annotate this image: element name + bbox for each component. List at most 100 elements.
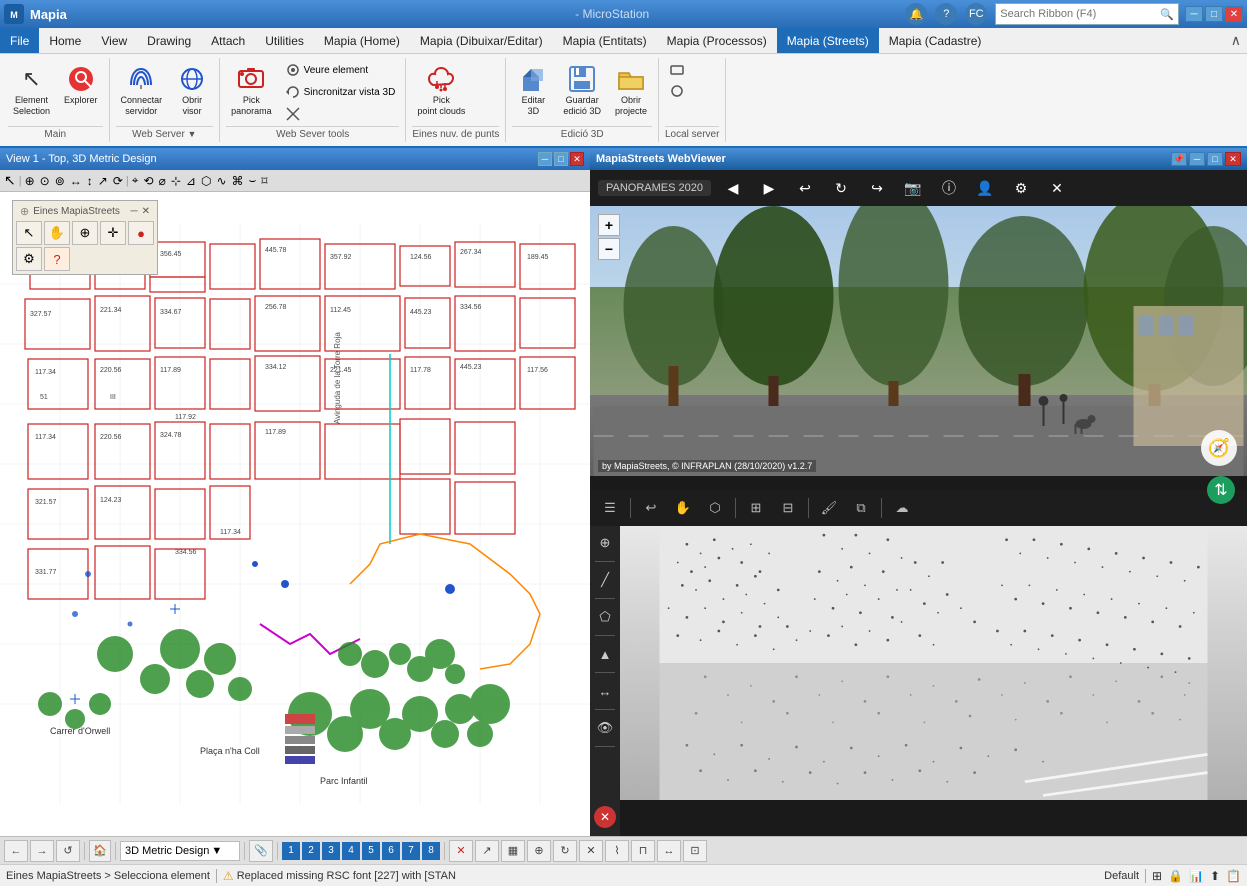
pc-3d-button[interactable]: ⬡: [701, 494, 729, 522]
close-button[interactable]: ✕: [1225, 6, 1243, 22]
float-btn-move[interactable]: ✛: [100, 221, 126, 245]
cad-tb-btn10[interactable]: ⌀: [157, 174, 168, 188]
tool-x2-button[interactable]: ✕: [579, 840, 603, 862]
design-dropdown[interactable]: 3D Metric Design ▼: [120, 841, 240, 861]
pano-next-button[interactable]: ▶: [755, 174, 783, 202]
cad-minimize-button[interactable]: ─: [538, 152, 552, 166]
view-4-button[interactable]: 4: [342, 842, 360, 860]
view-5-button[interactable]: 5: [362, 842, 380, 860]
help-icon[interactable]: ?: [935, 3, 957, 25]
float-settings-btn[interactable]: ⚙: [16, 247, 42, 271]
webviewer-minimize-button[interactable]: ─: [1189, 152, 1205, 166]
cad-tb-btn16[interactable]: ⌣: [247, 173, 259, 188]
tool-grid-button[interactable]: ▦: [501, 840, 525, 862]
minimize-button[interactable]: ─: [1185, 6, 1203, 22]
webviewer-pin-button[interactable]: 📌: [1171, 152, 1187, 166]
pc-grid2-button[interactable]: ⊟: [774, 494, 802, 522]
view-2-button[interactable]: 2: [302, 842, 320, 860]
view-1-button[interactable]: 1: [282, 842, 300, 860]
pc-paint-button[interactable]: 🖌: [815, 494, 843, 522]
side-eye-button[interactable]: 👁: [592, 715, 618, 741]
cad-restore-button[interactable]: □: [554, 152, 568, 166]
sincronitzar-button[interactable]: Sincronitzar vista 3D: [281, 82, 400, 102]
nav-refresh-button[interactable]: ↺: [56, 840, 80, 862]
cad-tb-btn1[interactable]: ⊕: [23, 174, 37, 188]
float-btn-zoom[interactable]: ⊕: [72, 221, 98, 245]
nav-forward-button[interactable]: →: [30, 840, 54, 862]
tool-rect-button[interactable]: ⊓: [631, 840, 655, 862]
element-selection-button[interactable]: ↖ ElementSelection: [8, 60, 55, 120]
menu-mapia-streets[interactable]: Mapia (Streets): [777, 28, 879, 53]
menu-mapia-entitats[interactable]: Mapia (Entitats): [553, 28, 657, 53]
menu-mapia-cadastre[interactable]: Mapia (Cadastre): [879, 28, 992, 53]
tool-crosshair-button[interactable]: ⊕: [527, 840, 551, 862]
float-toolbar-minimize[interactable]: ─: [131, 206, 138, 217]
toggle-panels-button[interactable]: ⇅: [1207, 476, 1235, 504]
restore-button[interactable]: □: [1205, 6, 1223, 22]
pano-undo-button[interactable]: ↩: [791, 174, 819, 202]
menu-utilities[interactable]: Utilities: [255, 28, 314, 53]
nav-back-button[interactable]: ←: [4, 840, 28, 862]
local-btn1[interactable]: [665, 60, 689, 80]
cad-tb-btn4[interactable]: ↔: [68, 174, 84, 188]
compass-button[interactable]: 🧭: [1201, 430, 1237, 466]
menu-mapia-processos[interactable]: Mapia (Processos): [657, 28, 777, 53]
ribbon-collapse-icon[interactable]: ∧: [1231, 32, 1241, 49]
side-polygon-button[interactable]: ⬠: [592, 604, 618, 630]
cad-tb-btn2[interactable]: ⊙: [38, 174, 52, 188]
float-btn-hand[interactable]: ✋: [44, 221, 70, 245]
side-arrows-button[interactable]: ↔: [592, 678, 618, 704]
pano-refresh-button[interactable]: ↻: [827, 174, 855, 202]
panorama-image[interactable]: + − 🧭 by MapiaStreets, © INFRAPLAN (28/1…: [590, 206, 1247, 476]
cad-tb-btn5[interactable]: ↕: [85, 174, 95, 188]
cad-map-svg[interactable]: 327.57 424.23 356.45 445.78 357.92 124.5…: [0, 192, 590, 836]
tool-rotate-button[interactable]: ↻: [553, 840, 577, 862]
cad-tb-btn8[interactable]: ⌖: [130, 173, 141, 188]
menu-mapia-dibuixar[interactable]: Mapia (Dibuixar/Editar): [410, 28, 553, 53]
obrir-projecte-button[interactable]: Obrirprojecte: [610, 60, 652, 120]
tool-x-button[interactable]: ✕: [449, 840, 473, 862]
status-icon2[interactable]: 🔒: [1168, 869, 1183, 883]
float-toolbar-close[interactable]: ✕: [142, 206, 150, 217]
cad-canvas[interactable]: ⊕ Eines MapiaStreets ─ ✕ ↖ ✋ ⊕ ✛ ● ⚙ ?: [0, 192, 590, 836]
zoom-out-button[interactable]: −: [598, 238, 620, 260]
status-icon4[interactable]: ⬆: [1210, 869, 1220, 883]
explorer-button[interactable]: Explorer: [59, 60, 103, 109]
tool-arrows-button[interactable]: ↔: [657, 840, 681, 862]
view-6-button[interactable]: 6: [382, 842, 400, 860]
connectar-servidor-button[interactable]: Connectarservidor: [116, 60, 168, 120]
cad-tb-btn9[interactable]: ⟲: [142, 174, 156, 188]
cad-tb-btn6[interactable]: ↗: [96, 174, 110, 188]
view-8-button[interactable]: 8: [422, 842, 440, 860]
tool-snap-button[interactable]: ↗: [475, 840, 499, 862]
menu-view[interactable]: View: [91, 28, 137, 53]
webviewer-max-button[interactable]: □: [1207, 152, 1223, 166]
cad-tb-btn14[interactable]: ∿: [214, 174, 228, 188]
pano-redo-button[interactable]: ↪: [863, 174, 891, 202]
side-mountain-button[interactable]: ▲: [592, 641, 618, 667]
tool-path-button[interactable]: ⌇: [605, 840, 629, 862]
status-icon1[interactable]: ⊞: [1152, 869, 1162, 883]
search-icon[interactable]: 🔍: [1156, 8, 1178, 21]
editar-3d-button[interactable]: Editar3D: [512, 60, 554, 120]
pick-point-clouds-button[interactable]: Pickpoint clouds: [412, 60, 470, 120]
pano-prev-button[interactable]: ◀: [719, 174, 747, 202]
cad-tb-btn13[interactable]: ⬡: [199, 174, 213, 188]
menu-file[interactable]: File: [0, 28, 39, 53]
cad-tb-btn3[interactable]: ⊚: [53, 174, 67, 188]
view-7-button[interactable]: 7: [402, 842, 420, 860]
menu-attach[interactable]: Attach: [201, 28, 255, 53]
float-btn-dot[interactable]: ●: [128, 221, 154, 245]
pc-menu-button[interactable]: ☰: [596, 494, 624, 522]
pc-hand-button[interactable]: ✋: [669, 494, 697, 522]
side-location-button[interactable]: ⊕: [592, 530, 618, 556]
cad-close-button[interactable]: ✕: [570, 152, 584, 166]
menu-home[interactable]: Home: [39, 28, 91, 53]
cad-tb-btn17[interactable]: ⌑: [259, 174, 269, 188]
obrir-visor-button[interactable]: Obrirvisor: [171, 60, 213, 120]
pano-settings-button[interactable]: ⚙: [1007, 174, 1035, 202]
cad-tb-arrow[interactable]: ↖: [2, 172, 18, 189]
menu-drawing[interactable]: Drawing: [137, 28, 201, 53]
pointcloud-canvas[interactable]: [620, 526, 1247, 800]
user-icon[interactable]: FC: [965, 3, 987, 25]
